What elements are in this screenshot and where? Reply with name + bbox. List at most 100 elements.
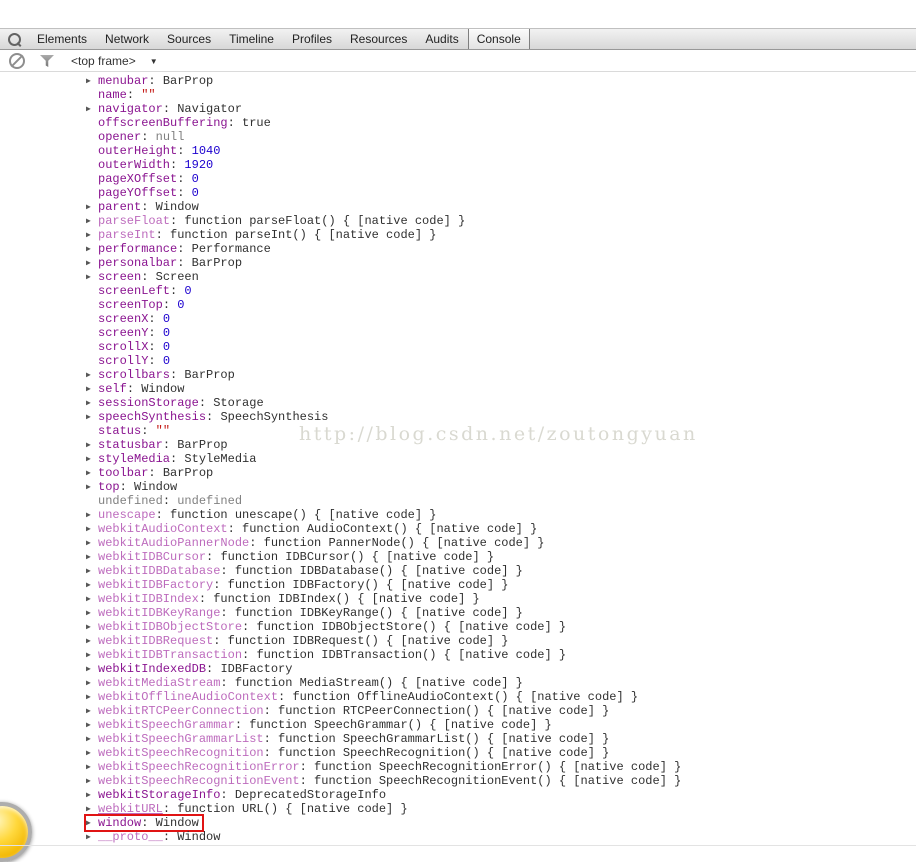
disclosure-triangle-icon[interactable]: ▶: [86, 621, 98, 635]
disclosure-triangle-icon[interactable]: ▶: [86, 635, 98, 649]
console-row-speechSynthesis[interactable]: ▶speechSynthesis: SpeechSynthesis: [0, 410, 916, 424]
console-row-window[interactable]: ▶window: Window: [0, 816, 916, 830]
console-row-webkitIDBIndex[interactable]: ▶webkitIDBIndex: function IDBIndex() { […: [0, 592, 916, 606]
console-row-webkitAudioContext[interactable]: ▶webkitAudioContext: function AudioConte…: [0, 522, 916, 536]
console-row-webkitSpeechGrammarList[interactable]: ▶webkitSpeechGrammarList: function Speec…: [0, 732, 916, 746]
console-row-personalbar[interactable]: ▶personalbar: BarProp: [0, 256, 916, 270]
disclosure-triangle-icon[interactable]: ▶: [86, 789, 98, 803]
tab-profiles[interactable]: Profiles: [283, 29, 341, 49]
property-value: Window: [156, 816, 199, 830]
disclosure-triangle-icon[interactable]: ▶: [86, 201, 98, 215]
search-icon[interactable]: [0, 29, 28, 49]
disclosure-triangle-icon[interactable]: ▶: [86, 271, 98, 285]
console-row-top[interactable]: ▶top: Window: [0, 480, 916, 494]
disclosure-triangle-icon[interactable]: ▶: [86, 649, 98, 663]
clear-console-icon[interactable]: [9, 53, 25, 69]
console-row-self[interactable]: ▶self: Window: [0, 382, 916, 396]
disclosure-triangle-icon[interactable]: ▶: [86, 537, 98, 551]
row-content: ▶webkitMediaStream: function MediaStream…: [86, 676, 523, 690]
disclosure-triangle-icon[interactable]: ▶: [86, 509, 98, 523]
disclosure-triangle-icon[interactable]: ▶: [86, 75, 98, 89]
disclosure-triangle-icon[interactable]: ▶: [86, 775, 98, 789]
console-row-parseInt[interactable]: ▶parseInt: function parseInt() { [native…: [0, 228, 916, 242]
console-row-webkitMediaStream[interactable]: ▶webkitMediaStream: function MediaStream…: [0, 676, 916, 690]
console-row-parent[interactable]: ▶parent: Window: [0, 200, 916, 214]
console-row-parseFloat[interactable]: ▶parseFloat: function parseFloat() { [na…: [0, 214, 916, 228]
disclosure-triangle-icon[interactable]: ▶: [86, 747, 98, 761]
console-row-navigator[interactable]: ▶navigator: Navigator: [0, 102, 916, 116]
console-row-webkitIDBCursor[interactable]: ▶webkitIDBCursor: function IDBCursor() {…: [0, 550, 916, 564]
disclosure-triangle-icon[interactable]: ▶: [86, 803, 98, 817]
tab-console[interactable]: Console: [468, 29, 530, 49]
disclosure-triangle-icon[interactable]: ▶: [86, 397, 98, 411]
console-row-webkitSpeechRecognitionError[interactable]: ▶webkitSpeechRecognitionError: function …: [0, 760, 916, 774]
console-row-webkitSpeechGrammar[interactable]: ▶webkitSpeechGrammar: function SpeechGra…: [0, 718, 916, 732]
disclosure-triangle-icon[interactable]: ▶: [86, 761, 98, 775]
disclosure-triangle-icon[interactable]: ▶: [86, 481, 98, 495]
disclosure-triangle-icon[interactable]: ▶: [86, 551, 98, 565]
disclosure-triangle-icon[interactable]: ▶: [86, 579, 98, 593]
bottom-divider: [0, 845, 916, 846]
disclosure-triangle-icon[interactable]: ▶: [86, 691, 98, 705]
disclosure-triangle-icon[interactable]: ▶: [86, 467, 98, 481]
frame-context-selector[interactable]: <top frame> ▼: [71, 54, 158, 68]
console-row-webkitIDBFactory[interactable]: ▶webkitIDBFactory: function IDBFactory()…: [0, 578, 916, 592]
tab-timeline[interactable]: Timeline: [220, 29, 283, 49]
disclosure-triangle-icon[interactable]: ▶: [86, 383, 98, 397]
disclosure-triangle-icon[interactable]: ▶: [86, 369, 98, 383]
console-row-__proto__[interactable]: ▶__proto__: Window: [0, 830, 916, 844]
console-row-webkitIDBDatabase[interactable]: ▶webkitIDBDatabase: function IDBDatabase…: [0, 564, 916, 578]
disclosure-triangle-icon[interactable]: ▶: [86, 523, 98, 537]
console-row-statusbar[interactable]: ▶statusbar: BarProp: [0, 438, 916, 452]
console-row-webkitIDBObjectStore[interactable]: ▶webkitIDBObjectStore: function IDBObjec…: [0, 620, 916, 634]
console-row-menubar[interactable]: ▶menubar: BarProp: [0, 74, 916, 88]
console-row-webkitOfflineAudioContext[interactable]: ▶webkitOfflineAudioContext: function Off…: [0, 690, 916, 704]
disclosure-triangle-icon[interactable]: ▶: [86, 243, 98, 257]
console-row-toolbar[interactable]: ▶toolbar: BarProp: [0, 466, 916, 480]
disclosure-triangle-icon[interactable]: ▶: [86, 593, 98, 607]
disclosure-triangle-icon[interactable]: ▶: [86, 439, 98, 453]
disclosure-triangle-icon[interactable]: ▶: [86, 215, 98, 229]
disclosure-triangle-icon[interactable]: ▶: [86, 411, 98, 425]
console-row-name: ▶name: "": [0, 88, 916, 102]
separator: :: [220, 606, 234, 620]
console-row-webkitSpeechRecognitionEvent[interactable]: ▶webkitSpeechRecognitionEvent: function …: [0, 774, 916, 788]
console-row-webkitURL[interactable]: ▶webkitURL: function URL() { [native cod…: [0, 802, 916, 816]
console-row-webkitSpeechRecognition[interactable]: ▶webkitSpeechRecognition: function Speec…: [0, 746, 916, 760]
disclosure-triangle-icon[interactable]: ▶: [86, 705, 98, 719]
disclosure-triangle-icon[interactable]: ▶: [86, 663, 98, 677]
filter-icon[interactable]: [40, 55, 54, 67]
disclosure-triangle-icon[interactable]: ▶: [86, 831, 98, 845]
disclosure-triangle-icon[interactable]: ▶: [86, 257, 98, 271]
console-row-sessionStorage[interactable]: ▶sessionStorage: Storage: [0, 396, 916, 410]
tab-sources[interactable]: Sources: [158, 29, 220, 49]
disclosure-triangle-icon[interactable]: ▶: [86, 565, 98, 579]
disclosure-triangle-icon[interactable]: ▶: [86, 103, 98, 117]
console-row-webkitIDBRequest[interactable]: ▶webkitIDBRequest: function IDBRequest()…: [0, 634, 916, 648]
tab-network[interactable]: Network: [96, 29, 158, 49]
console-row-unescape[interactable]: ▶unescape: function unescape() { [native…: [0, 508, 916, 522]
property-name: scrollbars: [98, 368, 170, 382]
disclosure-triangle-icon[interactable]: ▶: [86, 817, 98, 831]
console-row-webkitStorageInfo[interactable]: ▶webkitStorageInfo: DeprecatedStorageInf…: [0, 788, 916, 802]
console-row-styleMedia[interactable]: ▶styleMedia: StyleMedia: [0, 452, 916, 466]
disclosure-triangle-icon[interactable]: ▶: [86, 677, 98, 691]
disclosure-triangle-icon[interactable]: ▶: [86, 229, 98, 243]
console-row-scrollbars[interactable]: ▶scrollbars: BarProp: [0, 368, 916, 382]
property-value: function IDBRequest() { [native code] }: [228, 634, 509, 648]
tab-audits[interactable]: Audits: [416, 29, 467, 49]
console-row-webkitIDBKeyRange[interactable]: ▶webkitIDBKeyRange: function IDBKeyRange…: [0, 606, 916, 620]
console-row-webkitRTCPeerConnection[interactable]: ▶webkitRTCPeerConnection: function RTCPe…: [0, 704, 916, 718]
console-row-webkitIDBTransaction[interactable]: ▶webkitIDBTransaction: function IDBTrans…: [0, 648, 916, 662]
console-row-webkitIndexedDB[interactable]: ▶webkitIndexedDB: IDBFactory: [0, 662, 916, 676]
tab-resources[interactable]: Resources: [341, 29, 416, 49]
separator: :: [264, 746, 278, 760]
disclosure-triangle-icon[interactable]: ▶: [86, 719, 98, 733]
console-row-performance[interactable]: ▶performance: Performance: [0, 242, 916, 256]
disclosure-triangle-icon[interactable]: ▶: [86, 607, 98, 621]
tab-elements[interactable]: Elements: [28, 29, 96, 49]
console-row-screen[interactable]: ▶screen: Screen: [0, 270, 916, 284]
disclosure-triangle-icon[interactable]: ▶: [86, 453, 98, 467]
disclosure-triangle-icon[interactable]: ▶: [86, 733, 98, 747]
console-row-webkitAudioPannerNode[interactable]: ▶webkitAudioPannerNode: function PannerN…: [0, 536, 916, 550]
